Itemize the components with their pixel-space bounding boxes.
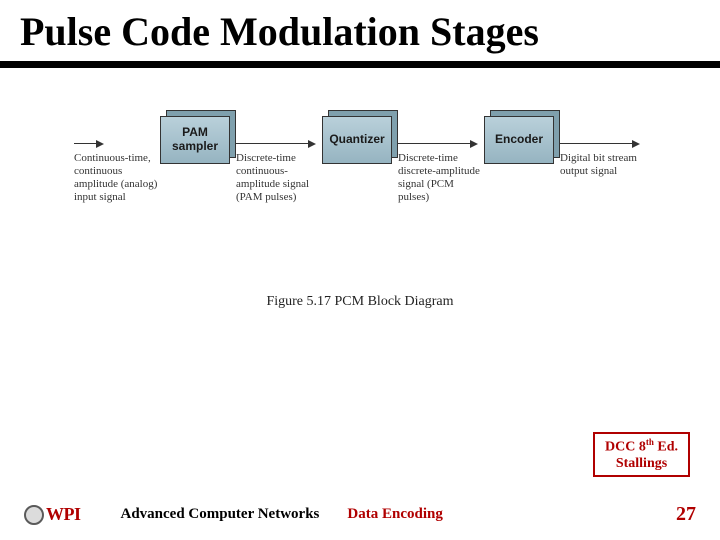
signal-label-pcm: Discrete-time discrete-amplitude signal …	[398, 152, 484, 205]
signal-label-output: Digital bit stream output signal	[560, 152, 646, 178]
block-quantizer: Quantizer	[322, 110, 398, 170]
wpi-seal-icon	[24, 505, 44, 525]
footer-topic: Data Encoding	[347, 506, 442, 523]
footer-course: Advanced Computer Networks	[121, 506, 320, 523]
block-pam-sampler: PAM sampler	[160, 110, 236, 170]
page-number: 27	[676, 503, 696, 526]
wpi-logo: WPI	[24, 504, 81, 525]
figure-caption: Figure 5.17 PCM Block Diagram	[20, 294, 700, 310]
block-label: Quantizer	[329, 133, 384, 147]
arrow-input	[74, 140, 104, 148]
arrow-quantizer-to-encoder	[398, 140, 478, 148]
slide-footer: WPI Advanced Computer Networks Data Enco…	[0, 503, 720, 526]
source-line1-sup: th	[646, 437, 654, 447]
source-citation: DCC 8th Ed. Stallings	[593, 432, 690, 477]
source-line1-pre: DCC 8	[605, 440, 646, 455]
arrow-output	[560, 140, 640, 148]
pcm-diagram: Continuous-time, continuous amplitude (a…	[0, 116, 720, 311]
wpi-logo-text: WPI	[46, 504, 81, 525]
signal-label-pam: Discrete-time continuous-amplitude signa…	[236, 152, 322, 205]
source-line1-post: Ed.	[654, 440, 678, 455]
title-underline	[0, 61, 720, 68]
source-line2: Stallings	[605, 456, 678, 472]
signal-label-input: Continuous-time, continuous amplitude (a…	[74, 152, 160, 205]
block-label: Encoder	[495, 133, 543, 147]
arrow-pam-to-quantizer	[236, 140, 316, 148]
block-label: PAM sampler	[161, 126, 229, 154]
slide-title: Pulse Code Modulation Stages	[20, 8, 700, 55]
block-encoder: Encoder	[484, 110, 560, 170]
